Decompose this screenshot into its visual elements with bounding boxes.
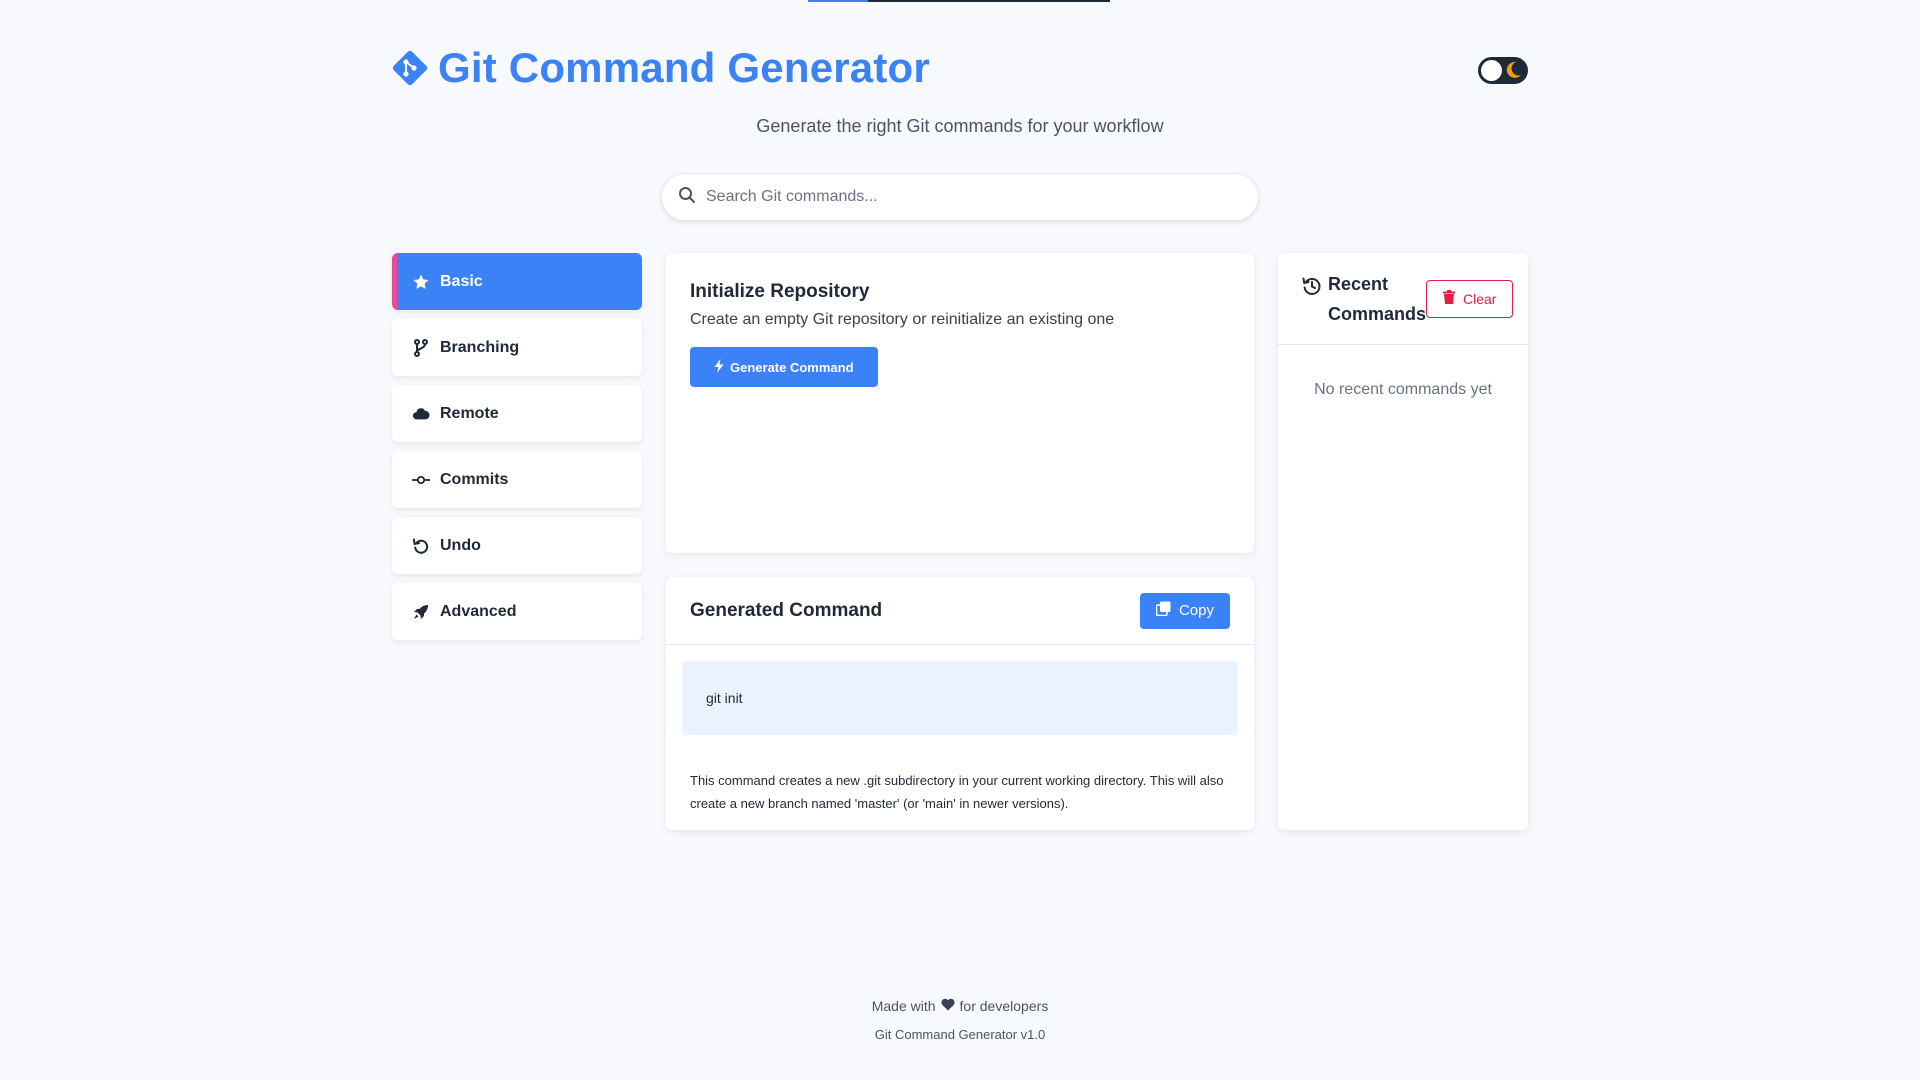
git-logo-icon — [392, 50, 428, 86]
category-undo[interactable]: Undo — [392, 517, 642, 574]
cloud-icon — [412, 405, 430, 423]
moon-icon — [1506, 61, 1522, 84]
generate-command-button[interactable]: Generate Command — [690, 347, 878, 387]
recent-title-line1: Recent — [1328, 273, 1389, 294]
search-bar[interactable] — [661, 173, 1259, 221]
footer: Made with for developers Git Command Gen… — [0, 998, 1920, 1042]
branch-icon — [412, 338, 430, 357]
footer-made-prefix: Made with — [871, 998, 936, 1014]
category-label: Basic — [440, 272, 483, 290]
copy-label: Copy — [1178, 602, 1214, 619]
bolt-icon — [714, 358, 724, 376]
app-title: Git Command Generator — [438, 44, 930, 91]
generate-command-label: Generate Command — [730, 359, 854, 375]
clear-button[interactable]: Clear — [1426, 279, 1514, 318]
category-label: Undo — [440, 536, 481, 554]
generated-command-card: Generated Command Copy git init This com… — [666, 577, 1254, 830]
app-subtitle: Generate the right Git commands for your… — [756, 116, 1164, 136]
footer-made-with: Made with for developers — [0, 998, 1920, 1014]
command-description: Create an empty Git repository or reinit… — [690, 311, 1115, 328]
recent-empty-message: No recent commands yet — [1314, 381, 1492, 398]
undo-icon — [412, 537, 430, 555]
toggle-knob — [1481, 59, 1502, 81]
search-icon — [678, 186, 696, 209]
clear-label: Clear — [1463, 290, 1497, 307]
command-output[interactable]: git init — [682, 661, 1238, 735]
history-icon — [1302, 275, 1322, 305]
recent-commands-title: Recent Commands — [1302, 269, 1426, 329]
footer-version: Git Command Generator v1.0 — [874, 1027, 1046, 1042]
brand: Git Command Generator — [392, 44, 930, 92]
category-remote[interactable]: Remote — [392, 385, 642, 442]
recent-title-line2: Commands — [1328, 303, 1427, 324]
search-input[interactable] — [706, 188, 1242, 206]
category-label: Advanced — [440, 602, 517, 620]
recent-commands-panel: Recent Commands Clear No recent commands… — [1278, 253, 1528, 830]
category-commits[interactable]: Commits — [392, 451, 642, 508]
command-title: Initialize Repository — [690, 281, 870, 302]
category-label: Commits — [440, 470, 509, 488]
command-card: Initialize Repository Create an empty Gi… — [666, 253, 1254, 553]
category-branching[interactable]: Branching — [392, 319, 642, 376]
page-progress-fill — [808, 0, 869, 2]
category-label: Remote — [440, 404, 499, 422]
copy-button[interactable]: Copy — [1139, 592, 1230, 629]
generated-command-title: Generated Command — [690, 599, 883, 621]
category-label: Branching — [440, 338, 520, 356]
generated-command-header: Generated Command Copy — [666, 577, 1254, 645]
star-icon — [412, 273, 430, 291]
page-progress-bar — [808, 0, 1110, 2]
category-basic[interactable]: Basic — [392, 253, 642, 310]
header: Git Command Generator — [392, 40, 1528, 96]
heart-icon — [940, 998, 955, 1014]
theme-toggle[interactable] — [1478, 56, 1528, 84]
rocket-icon — [412, 603, 430, 621]
trash-icon — [1443, 290, 1456, 307]
command-explanation: This command creates a new .git subdirec… — [690, 773, 1224, 811]
commit-icon — [412, 471, 430, 489]
footer-made-suffix: for developers — [959, 998, 1049, 1014]
category-advanced[interactable]: Advanced — [392, 583, 642, 640]
copy-icon — [1155, 601, 1171, 620]
category-sidebar: Basic Branching Remote Commits Undo Adva… — [392, 253, 642, 649]
recent-commands-header: Recent Commands Clear — [1278, 253, 1528, 345]
